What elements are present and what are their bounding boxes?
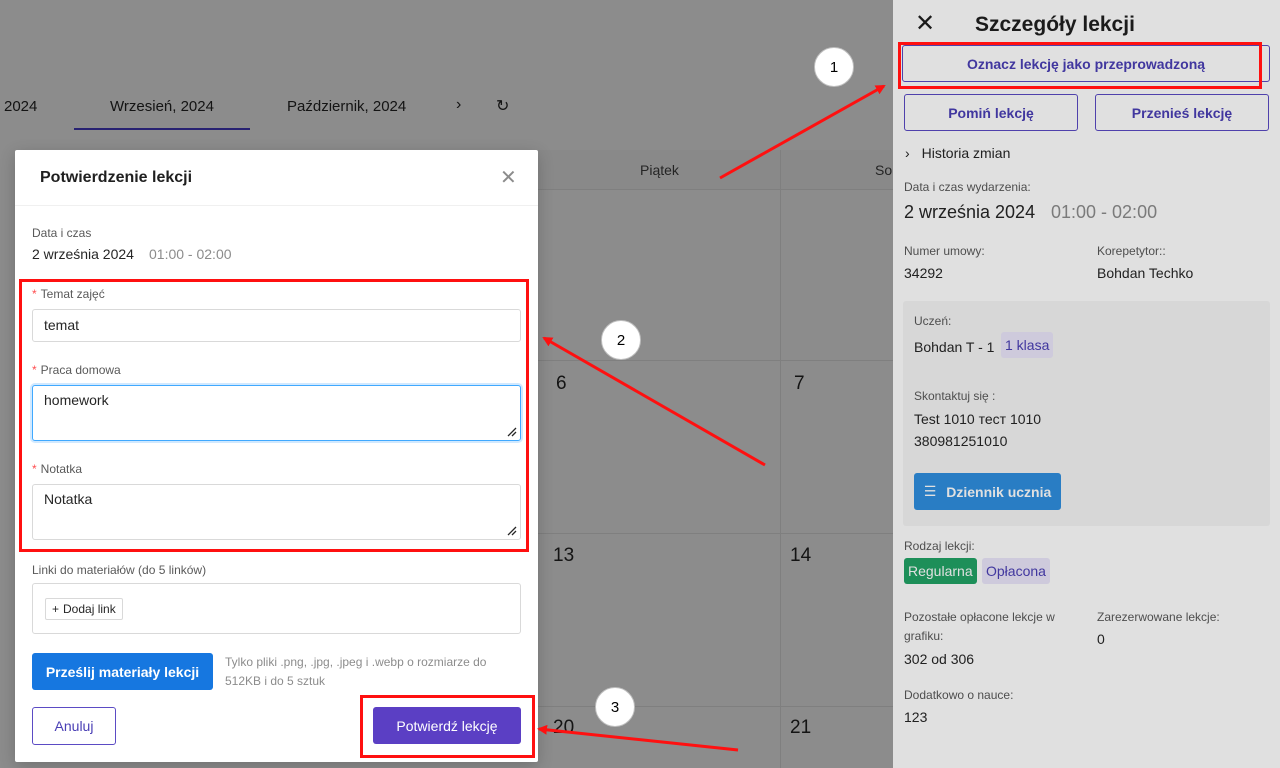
- event-time: 01:00 - 02:00: [1051, 202, 1158, 222]
- upload-hint: Tylko pliki .png, .jpg, .jpeg i .webp o …: [225, 655, 487, 688]
- lesson-time: 01:00 - 02:00: [149, 246, 232, 262]
- lesson-type-label: Rodzaj lekcji:: [904, 539, 975, 553]
- reserved-label: Zarezerwowane lekcje:: [1097, 610, 1220, 624]
- add-link-button[interactable]: + Dodaj link: [45, 598, 123, 620]
- event-date: 2 września 2024: [904, 202, 1036, 222]
- student-name: Bohdan T - 1: [914, 339, 995, 355]
- remaining-label: Pozostałe opłacone lekcje w grafiku:: [904, 610, 1055, 643]
- lesson-details-drawer: ✕ Szczegóły lekcji Oznacz lekcję jako pr…: [893, 0, 1280, 768]
- tutor-name: Bohdan Techko: [1097, 265, 1194, 281]
- student-journal-button[interactable]: ☰ Dziennik ucznia: [914, 473, 1061, 510]
- history-toggle[interactable]: › Historia zmian: [905, 145, 1010, 161]
- lesson-date: 2 września 2024: [32, 246, 134, 262]
- chevron-right-icon: ›: [905, 145, 910, 161]
- student-card: Uczeń: Bohdan T - 1 1 klasa Skontaktuj s…: [903, 301, 1270, 526]
- extra-value: 123: [904, 709, 928, 725]
- plus-icon: +: [52, 602, 60, 616]
- links-label: Linki do materiałów (do 5 linków): [32, 563, 207, 577]
- student-journal-label: Dziennik ucznia: [946, 483, 1052, 500]
- cancel-button[interactable]: Anuluj: [32, 707, 116, 745]
- datetime-label: Data i czas wydarzenia:: [904, 180, 1031, 194]
- modal-header: Potwierdzenie lekcji ✕: [15, 150, 538, 206]
- student-label: Uczeń:: [914, 314, 952, 328]
- highlight-form-fields: [19, 279, 529, 552]
- upload-materials-button[interactable]: Prześlij materiały lekcji: [32, 653, 213, 690]
- links-box: + Dodaj link: [32, 583, 521, 634]
- close-icon[interactable]: ✕: [500, 168, 517, 188]
- modal-title: Potwierdzenie lekcji: [40, 169, 193, 186]
- lesson-type-regular-badge: Regularna: [904, 558, 977, 584]
- step-badge-2: 2: [601, 320, 641, 360]
- tutor-label: Korepetytor::: [1097, 244, 1166, 258]
- move-lesson-button[interactable]: Przenieś lekcję: [1095, 94, 1269, 131]
- student-class-badge: 1 klasa: [1001, 332, 1054, 358]
- step-badge-3: 3: [595, 687, 635, 727]
- highlight-confirm-button: [360, 695, 535, 758]
- add-link-label: Dodaj link: [63, 602, 116, 616]
- highlight-mark-done: [898, 42, 1262, 89]
- contact-label: Skontaktuj się :: [914, 389, 996, 403]
- close-icon[interactable]: ✕: [915, 12, 935, 36]
- extra-label: Dodatkowo o nauce:: [904, 688, 1014, 702]
- contact-name: Test 1010 тест 1010: [914, 411, 1042, 427]
- history-label: Historia zmian: [921, 145, 1011, 161]
- remaining-value: 302 od 306: [904, 651, 975, 667]
- list-icon: ☰: [923, 483, 937, 499]
- step-badge-1: 1: [814, 47, 854, 87]
- contract-number: 34292: [904, 265, 943, 281]
- datetime-label: Data i czas: [32, 226, 92, 240]
- skip-lesson-button[interactable]: Pomiń lekcję: [904, 94, 1078, 131]
- lesson-type-paid-badge: Opłacona: [982, 558, 1050, 584]
- contract-label: Numer umowy:: [904, 244, 985, 258]
- drawer-title: Szczegóły lekcji: [975, 13, 1135, 36]
- reserved-value: 0: [1097, 631, 1105, 647]
- contact-phone: 380981251010: [914, 433, 1008, 449]
